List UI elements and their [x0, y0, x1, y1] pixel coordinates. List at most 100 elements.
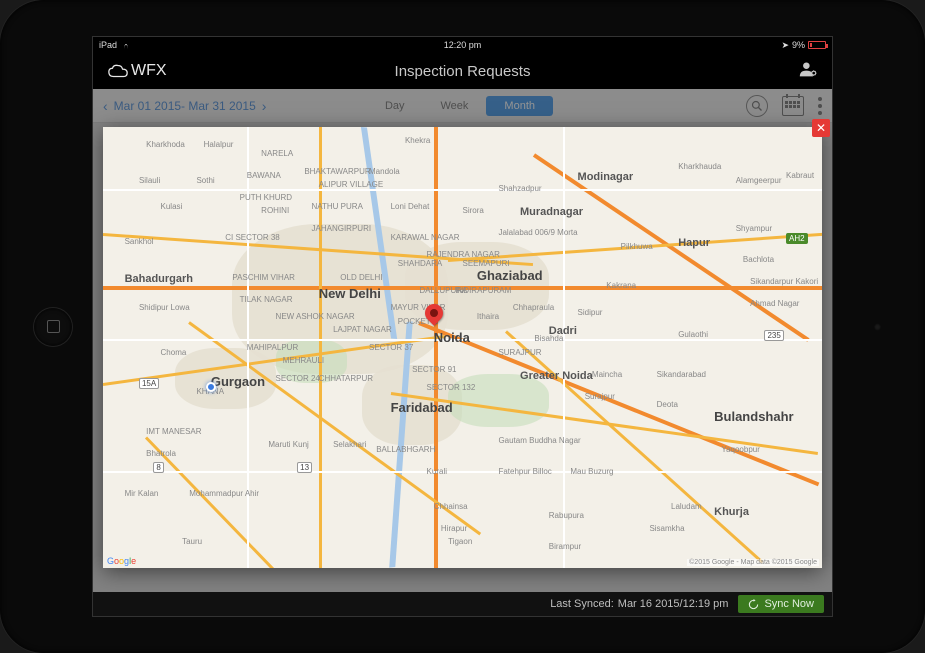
map-town-label: Sidipur [578, 308, 603, 317]
current-location-dot [206, 382, 216, 392]
map-town-label: SECTOR 37 [369, 343, 413, 352]
location-icon: ➤ [781, 40, 789, 51]
map-canvas[interactable]: New DelhiGhaziabadNoidaFaridabadGurgaonB… [103, 127, 822, 568]
map-town-label: Bisahda [534, 334, 563, 343]
map-town-label: Shahzadpur [498, 184, 541, 193]
app-footer: Last Synced: Mar 16 2015/12:19 pm Sync N… [93, 592, 832, 616]
route-shield: 8 [153, 462, 163, 473]
user-settings-button[interactable] [798, 60, 818, 83]
map-town-label: Kharkhoda [146, 140, 185, 149]
status-time: 12:20 pm [444, 40, 482, 50]
last-synced-value: Mar 16 2015/12:19 pm [618, 598, 729, 610]
refresh-icon [748, 599, 759, 610]
sync-now-button[interactable]: Sync Now [738, 595, 824, 613]
map-town-label: Gautam Buddha Nagar [498, 436, 580, 445]
app-header: WFX Inspection Requests [93, 53, 832, 89]
map-city-label: Hapur [678, 237, 710, 249]
map-town-label: SURAJPUR [498, 348, 541, 357]
map-town-label: SEEMAPURI [463, 259, 510, 268]
map-city-label: Khurja [714, 506, 749, 518]
map-town-label: Surajpur [585, 392, 615, 401]
device-label: iPad [99, 40, 117, 50]
map-town-label: Kakrana [606, 281, 636, 290]
map-city-label: Bahadurgarh [125, 273, 193, 285]
map-town-label: INDIRAPURAM [455, 286, 511, 295]
ipad-frame: iPad 12:20 pm ➤ 9% WFX Inspection Reques… [0, 0, 925, 653]
map-town-label: Silauli [139, 176, 160, 185]
map-city-label: Muradnagar [520, 206, 583, 218]
map-town-label: Maincha [592, 370, 622, 379]
map-town-label: Mohammadpur Ahir [189, 489, 259, 498]
map-city-label: Modinagar [578, 171, 634, 183]
battery-percent: 9% [792, 40, 805, 50]
user-gear-icon [798, 60, 818, 78]
map-town-label: IMT MANESAR [146, 427, 201, 436]
map-town-label: Sankhol [125, 237, 154, 246]
map-town-label: Shidipur Lowa [139, 303, 190, 312]
map-town-label: KARAWAL NAGAR [391, 233, 460, 242]
map-town-label: Ahmad Nagar [750, 299, 799, 308]
map-town-label: Choma [161, 348, 187, 357]
close-button[interactable]: ✕ [812, 119, 830, 137]
map-town-label: Fatehpur Billoc [498, 467, 551, 476]
map-town-label: Mir Kalan [125, 489, 159, 498]
route-shield: 15A [139, 378, 159, 389]
map-town-label: ALIPUR VILLAGE [319, 180, 383, 189]
google-logo: Google [107, 556, 136, 566]
map-city-label: Bulandshahr [714, 409, 793, 424]
map-town-label: Maruti Kunj [268, 440, 308, 449]
map-town-label: PASCHIM VIHAR [232, 273, 295, 282]
map-city-label: Greater Noida [520, 370, 593, 382]
map-city-label: Faridabad [391, 400, 453, 415]
map-city-label: Noida [434, 330, 470, 345]
route-shield: 13 [297, 462, 312, 473]
map-town-label: Sisamkha [649, 524, 684, 533]
map-town-label: Mandola [369, 167, 400, 176]
sync-now-label: Sync Now [764, 598, 814, 610]
map-town-label: Halalpur [204, 140, 234, 149]
map-pin-icon[interactable] [425, 304, 443, 330]
screen: iPad 12:20 pm ➤ 9% WFX Inspection Reques… [92, 36, 833, 617]
last-synced-label: Last Synced: [550, 598, 614, 610]
map-town-label: RAJENDRA NAGAR [427, 250, 500, 259]
map-town-label: Gulaothi [678, 330, 708, 339]
ipad-home-button[interactable] [34, 308, 72, 346]
map-town-label: Kurali [427, 467, 447, 476]
map-town-label: Sikandarabad [657, 370, 706, 379]
map-city-label: New Delhi [319, 286, 381, 301]
close-icon: ✕ [816, 121, 826, 135]
map-town-label: Chhainsa [434, 502, 468, 511]
map-town-label: Rabupura [549, 511, 584, 520]
map-town-label: SECTOR 132 [427, 383, 476, 392]
map-town-label: NATHU PURA [312, 202, 363, 211]
map-town-label: JAHANGIRPURI [312, 224, 372, 233]
map-town-label: Mau Buzurg [570, 467, 613, 476]
map-town-label: SHAHDARA [398, 259, 442, 268]
map-town-label: NEW ASHOK NAGAR [276, 312, 355, 321]
map-town-label: LAJPAT NAGAR [333, 325, 392, 334]
map-attribution: ©2015 Google - Map data ©2015 Google [687, 559, 819, 566]
map-town-label: Sothi [196, 176, 214, 185]
map-town-label: Chhapraula [513, 303, 554, 312]
map-city-label: Ghaziabad [477, 268, 543, 283]
map-town-label: Khekra [405, 136, 430, 145]
map-town-label: OLD DELHI [340, 273, 382, 282]
map-town-label: ROHINI [261, 206, 289, 215]
map-town-label: Kulasi [161, 202, 183, 211]
ipad-camera [874, 323, 881, 330]
route-shield: 235 [764, 330, 783, 341]
map-town-label: SECTOR 91 [412, 365, 456, 374]
cloud-icon [107, 63, 129, 79]
map-town-label: Kharkhauda [678, 162, 721, 171]
map-town-label: Tigaon [448, 537, 472, 546]
map-town-label: Laludam [671, 502, 702, 511]
map-town-label: MAHIPALPUR [247, 343, 298, 352]
map-town-label: Pilkhuwa [621, 242, 653, 251]
map-town-label: Alamgeerpur [736, 176, 782, 185]
map-town-label: BHAKTAWARPUR [304, 167, 370, 176]
map-town-label: TILAK NAGAR [240, 295, 293, 304]
map-town-label: Yaqoobpur [721, 445, 760, 454]
ios-status-bar: iPad 12:20 pm ➤ 9% [93, 37, 832, 53]
route-shield: AH2 [786, 233, 808, 244]
map-town-label: CHHATARPUR [319, 374, 373, 383]
